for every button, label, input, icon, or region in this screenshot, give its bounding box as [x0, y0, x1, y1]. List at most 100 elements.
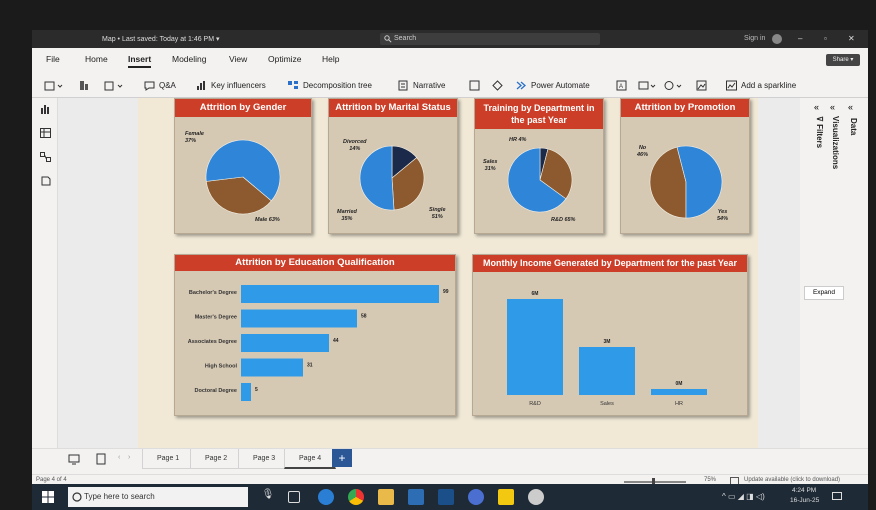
mic-icon[interactable]: 🎙 [260, 489, 276, 505]
pie-label-male: Male 63% [255, 217, 280, 223]
bar-data-label: 6M [532, 291, 539, 297]
windows-taskbar: Type here to search 🎙 ^ ▭ ◢ ◨ ◁) 4:24 PM… [32, 484, 868, 510]
menu-modeling[interactable]: Modeling [172, 54, 207, 64]
education-bar-card[interactable]: Attrition by Education Qualification Bac… [174, 254, 456, 416]
power-automate-button[interactable]: Power Automate [516, 80, 590, 91]
data-pane-tab[interactable]: Data [849, 118, 858, 135]
key-influencers-button[interactable]: Key influencers [196, 80, 266, 91]
bar-data-label: 99 [443, 289, 449, 295]
mobile-layout-icon[interactable] [96, 453, 106, 465]
report-view-icon[interactable] [40, 104, 51, 114]
bar-category-label: Master's Degree [195, 315, 237, 321]
paginated-report-icon[interactable] [469, 80, 480, 91]
system-tray-icons[interactable]: ^ ▭ ◢ ◨ ◁) [722, 492, 765, 501]
education-card-title: Attrition by Education Qualification [175, 255, 455, 271]
menu-insert[interactable]: Insert [128, 54, 152, 68]
tab-page-4[interactable]: Page 4 [284, 449, 337, 469]
training-pie-card[interactable]: Training by Department in the past Year … [474, 98, 604, 234]
key-influencers-icon [197, 81, 205, 90]
account-avatar-icon[interactable] [772, 34, 782, 44]
income-bar[interactable] [651, 389, 707, 395]
gender-pie-card[interactable]: Attrition by Gender Female 37% Male 63% [174, 98, 312, 234]
sparkline-icon [726, 80, 737, 91]
add-page-button[interactable]: + [332, 449, 352, 467]
zoom-slider[interactable] [624, 481, 686, 483]
decomposition-tree-icon [288, 81, 298, 89]
promotion-pie-card[interactable]: Attrition by Promotion No 46% Yes 54% [620, 98, 750, 234]
search-box[interactable]: Search [380, 33, 600, 45]
store-icon[interactable] [408, 489, 424, 505]
image-icon[interactable] [696, 80, 707, 91]
clock-date[interactable]: 16-Jun-25 [790, 497, 819, 504]
tab-page-2[interactable]: Page 2 [190, 449, 243, 469]
table-view-icon[interactable] [40, 128, 51, 138]
education-bar[interactable] [241, 358, 303, 377]
education-bar[interactable] [241, 383, 251, 401]
narrative-button[interactable]: Narrative [398, 80, 445, 91]
menu-view[interactable]: View [229, 54, 247, 64]
file-explorer-icon[interactable] [378, 489, 394, 505]
buttons-insert-icon[interactable] [638, 80, 658, 91]
marital-pie-chart [359, 145, 425, 211]
taskbar-search[interactable]: Type here to search [68, 487, 248, 507]
income-bar[interactable] [579, 347, 635, 395]
bar-category-label: Sales [600, 401, 614, 407]
model-view-icon[interactable] [40, 152, 51, 162]
pie-label-female: Female 37% [185, 131, 204, 144]
powerbi-icon[interactable] [498, 489, 514, 505]
income-bar[interactable] [507, 299, 563, 395]
bar-data-label: 0M [676, 381, 683, 387]
education-bar[interactable] [241, 334, 329, 352]
income-bar-card[interactable]: Monthly Income Generated by Department f… [472, 254, 748, 416]
menu-help[interactable]: Help [322, 54, 339, 64]
page-nav-icon[interactable] [68, 453, 80, 465]
menu-file[interactable]: File [46, 54, 60, 64]
tab-page-3[interactable]: Page 3 [238, 449, 291, 469]
menu-optimize[interactable]: Optimize [268, 54, 302, 64]
update-available-link[interactable]: Update available (click to download) [744, 477, 840, 483]
app-icon[interactable] [528, 489, 544, 505]
edge-icon[interactable] [318, 489, 334, 505]
add-sparkline-button[interactable]: Add a sparkline [726, 80, 796, 91]
text-box-icon[interactable] [78, 80, 90, 91]
maximize-icon[interactable]: ▫ [824, 34, 827, 43]
dax-query-view-icon[interactable] [40, 176, 51, 186]
search-placeholder: Search [394, 35, 417, 42]
title-bar: Map • Last saved: Today at 1:46 PM ▾ Sea… [32, 30, 868, 48]
shapes-icon[interactable] [664, 80, 684, 91]
collapse-data-icon[interactable]: « [848, 102, 853, 112]
side-panes: « « « ⊽ Filters Visualizations Data Expa… [800, 98, 868, 448]
zoom-app-icon[interactable] [468, 489, 484, 505]
new-visual-icon[interactable] [44, 80, 64, 91]
report-page: Attrition by Gender Female 37% Male 63% … [138, 98, 758, 448]
pie-slice-single[interactable] [359, 145, 395, 211]
buttons-icon[interactable] [104, 80, 126, 91]
qa-button[interactable]: Q&A [144, 80, 176, 91]
expand-button[interactable]: Expand [804, 286, 844, 300]
menu-home[interactable]: Home [85, 54, 108, 64]
close-icon[interactable]: ✕ [848, 34, 855, 43]
chrome-icon[interactable] [348, 489, 364, 505]
text-box-insert-icon[interactable]: A [616, 80, 627, 91]
prev-page-icon[interactable]: ‹ [118, 454, 120, 461]
windows-start-icon[interactable] [42, 491, 54, 503]
notifications-icon[interactable] [832, 492, 842, 502]
filters-pane-tab[interactable]: ⊽ Filters [815, 116, 824, 148]
education-bar[interactable] [241, 285, 439, 303]
minimize-icon[interactable]: – [798, 34, 802, 43]
next-page-icon[interactable]: › [128, 454, 130, 461]
marital-pie-card[interactable]: Attrition by Marital Status Divorced 14%… [328, 98, 458, 234]
task-view-icon[interactable] [288, 491, 300, 503]
collapse-visualizations-icon[interactable]: « [830, 102, 835, 112]
tab-page-1[interactable]: Page 1 [142, 449, 195, 469]
mail-icon[interactable] [438, 489, 454, 505]
clock-time[interactable]: 4:24 PM [792, 487, 816, 494]
powerapps-icon[interactable] [492, 80, 503, 91]
collapse-filters-icon[interactable]: « [814, 102, 819, 112]
report-canvas: Attrition by Gender Female 37% Male 63% … [58, 98, 800, 448]
decomposition-tree-button[interactable]: Decomposition tree [288, 80, 372, 91]
visualizations-pane-tab[interactable]: Visualizations [831, 116, 840, 169]
sign-in-link[interactable]: Sign in [744, 35, 765, 42]
education-bar[interactable] [241, 309, 357, 328]
share-button[interactable]: Share ▾ [826, 54, 860, 66]
